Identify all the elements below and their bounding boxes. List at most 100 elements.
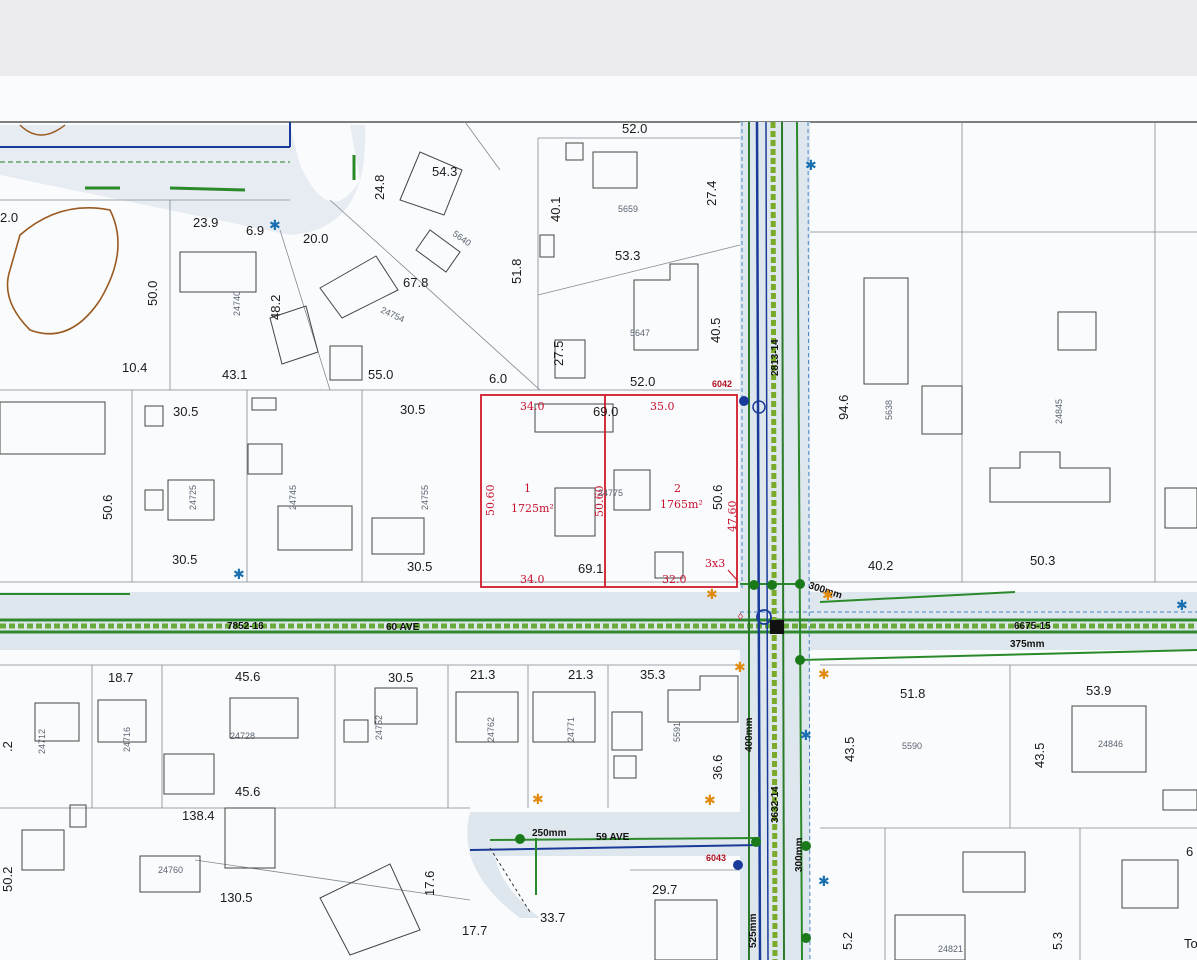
svg-text:24762: 24762 [486,717,496,742]
svg-text:67.8: 67.8 [403,275,428,290]
pipe-375mm: 375mm [1010,639,1045,650]
manhole-6042 [739,396,749,406]
dim-bottom-right: 32.0 [662,573,687,586]
street-segment-west: 7852-16 [227,621,264,632]
svg-text:24760: 24760 [158,865,183,875]
svg-text:5.3: 5.3 [1050,932,1065,950]
svg-text:24725: 24725 [188,485,198,510]
svg-text:33.7: 33.7 [540,910,565,925]
storm-manhole-6 [751,837,761,847]
dim-right-side: 47.60 [726,501,739,533]
storm-manhole-3 [795,579,805,589]
pipe-250mm: 250mm [532,828,567,839]
street-segment-east: 6675-15 [1014,621,1051,632]
svg-text:5590: 5590 [902,741,922,751]
svg-text:40.2: 40.2 [868,558,893,573]
svg-text:17.6: 17.6 [422,871,437,896]
svg-text:✱: ✱ [818,667,830,683]
svg-text:52.0: 52.0 [630,374,655,389]
svg-text:✱: ✱ [805,158,817,174]
manhole-6043 [733,860,743,870]
svg-text:24728: 24728 [230,731,255,741]
pond-outline [6,207,119,335]
svg-text:5659: 5659 [618,204,638,214]
svg-text:94.6: 94.6 [836,395,851,420]
corner-cut [727,569,738,581]
dim-left-side: 50.60 [484,485,497,517]
cul-de-sac-north [0,125,366,235]
svg-text:5591: 5591 [672,722,682,742]
svg-text:43.1: 43.1 [222,367,247,382]
svg-text:40.1: 40.1 [548,197,563,222]
fire-hydrant-marker: ◊ [738,612,743,623]
street-segment-south: 3632-14 [770,786,781,823]
svg-text:23.9: 23.9 [193,215,218,230]
svg-text:51.8: 51.8 [900,686,925,701]
svg-text:30.5: 30.5 [388,670,413,685]
svg-text:51.8: 51.8 [509,259,524,284]
svg-text:45.6: 45.6 [235,784,260,799]
lot-2-area: 1765m² [660,498,703,511]
svg-text:36.6: 36.6 [710,755,725,780]
storm-manhole-8 [801,933,811,943]
svg-text:29.7: 29.7 [652,882,677,897]
svg-text:✱: ✱ [800,728,812,744]
svg-text:2.0: 2.0 [0,210,18,225]
svg-text:6.0: 6.0 [489,371,507,386]
svg-text:✱: ✱ [818,874,830,890]
svg-text:5640: 5640 [451,228,473,248]
svg-text:24845: 24845 [1054,399,1064,424]
svg-text:✱: ✱ [822,588,834,604]
svg-text:138.4: 138.4 [182,808,215,823]
storm-lead-2 [169,186,246,192]
svg-text:6: 6 [1186,844,1193,859]
svg-text:30.5: 30.5 [400,402,425,417]
svg-text:24771: 24771 [566,717,576,742]
svg-text:43.5: 43.5 [1032,743,1047,768]
svg-text:24740: 24740 [232,291,242,316]
svg-text:48.2: 48.2 [268,295,283,320]
node-6042: 6042 [712,379,732,389]
svg-text:✱: ✱ [269,218,281,234]
svg-text:24712: 24712 [37,729,47,754]
svg-text:✱: ✱ [1176,598,1188,614]
svg-text:50.6: 50.6 [710,485,725,510]
svg-text:24.8: 24.8 [372,175,387,200]
svg-text:10.4: 10.4 [122,360,147,375]
svg-text:24821: 24821 [938,944,963,954]
storm-manhole-5 [515,834,525,844]
svg-text:24754: 24754 [379,305,406,325]
storm-manhole-1 [749,580,759,590]
storm-manhole-4 [795,655,805,665]
corner-cut-label: 3x3 [705,557,725,570]
svg-text:✱: ✱ [706,587,718,603]
node-6043: 6043 [706,853,726,863]
svg-text:43.5: 43.5 [842,737,857,762]
corner-text: To [1184,936,1197,951]
svg-text:20.0: 20.0 [303,231,328,246]
svg-text:50.2: 50.2 [0,867,15,892]
svg-text:24716: 24716 [122,727,132,752]
svg-text:24846: 24846 [1098,739,1123,749]
street-segment-north: 2813-14 [770,339,781,376]
svg-text:53.3: 53.3 [615,248,640,263]
storm-manhole-2 [767,580,777,590]
svg-text:17.7: 17.7 [462,923,487,938]
dim-top-right: 35.0 [650,400,675,413]
svg-text:5647: 5647 [630,328,650,338]
svg-text:30.5: 30.5 [172,552,197,567]
lot-1-label: 1 [524,482,531,495]
svg-text:✱: ✱ [233,567,245,583]
utility-map[interactable]: 7852-16 60 AVE 6675-15 2813-14 3632-14 5… [0,76,1197,960]
map-sheet: 7852-16 60 AVE 6675-15 2813-14 3632-14 5… [0,76,1197,960]
svg-text:53.9: 53.9 [1086,683,1111,698]
svg-text:21.3: 21.3 [568,667,593,682]
svg-text:69.1: 69.1 [578,561,603,576]
svg-text:✱: ✱ [734,660,746,676]
svg-text:50.3: 50.3 [1030,553,1055,568]
svg-text:21.3: 21.3 [470,667,495,682]
pipe-400mm: 400mm [744,717,755,752]
svg-text:40.5: 40.5 [708,318,723,343]
lot-1-area: 1725m² [511,502,554,515]
svg-text:54.3: 54.3 [432,164,457,179]
